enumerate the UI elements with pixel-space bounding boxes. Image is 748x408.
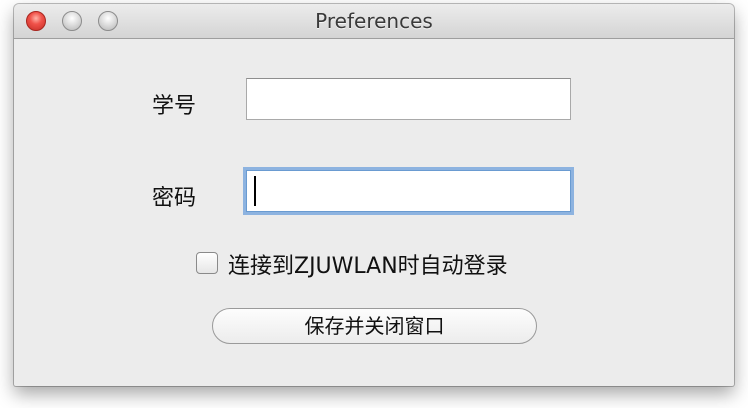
window-title: Preferences (315, 9, 433, 33)
minimize-button[interactable] (62, 11, 82, 31)
auto-login-label[interactable]: 连接到ZJUWLAN时自动登录 (228, 248, 508, 280)
student-id-field[interactable] (246, 78, 571, 120)
password-label: 密码 (152, 186, 197, 211)
zoom-button[interactable] (98, 11, 118, 31)
password-field[interactable] (246, 170, 571, 212)
preferences-window: Preferences 学号 密码 连接到ZJUWLAN时自动登录 保存并关闭窗… (14, 4, 734, 386)
text-cursor (254, 176, 256, 206)
save-and-close-button[interactable]: 保存并关闭窗口 (212, 308, 537, 344)
title-bar[interactable]: Preferences (14, 4, 734, 39)
auto-login-checkbox[interactable] (196, 252, 218, 274)
student-id-label: 学号 (152, 94, 197, 119)
close-button[interactable] (26, 11, 46, 31)
